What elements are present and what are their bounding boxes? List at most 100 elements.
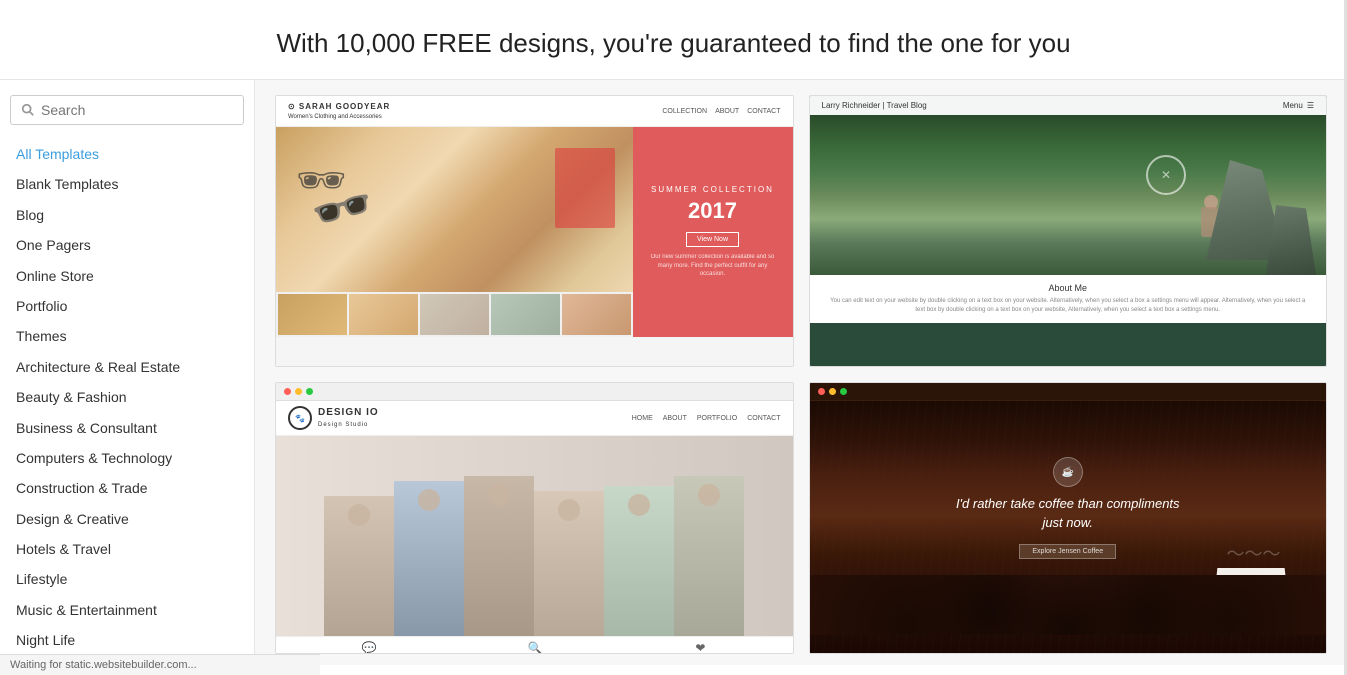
main-layout: All TemplatesBlank TemplatesBlogOne Page…	[0, 80, 1347, 665]
template-preview-4: ☕ I'd rather take coffee than compliment…	[810, 383, 1327, 653]
sidebar-item-hotels-travel[interactable]: Hotels & Travel	[10, 534, 244, 564]
template-card-coffee[interactable]: ☕ I'd rather take coffee than compliment…	[809, 382, 1328, 654]
t3-hero	[276, 436, 793, 636]
chrome-dot-green	[306, 388, 313, 395]
t3-person-5	[604, 486, 674, 636]
t1-desc: Our new summer collection is available a…	[645, 253, 781, 278]
t3-mock: 🐾 DESIGN IODesign Studio HOME ABOUT PORT…	[276, 383, 793, 653]
t3-passion-icon: ❤	[690, 641, 711, 653]
page-title: With 10,000 FREE designs, you're guarant…	[0, 0, 1347, 80]
sidebar-item-one-pagers[interactable]: One Pagers	[10, 230, 244, 260]
search-icon	[21, 103, 35, 117]
t3-person-1	[324, 496, 394, 636]
sidebar-item-beauty-fashion[interactable]: Beauty & Fashion	[10, 382, 244, 412]
t3-nav: HOME ABOUT PORTFOLIO CONTACT	[632, 415, 781, 422]
t3-logo-text: DESIGN IODesign Studio	[318, 407, 379, 429]
t1-overlay: SUMMER COLLECTION 2017 View Now Our new …	[633, 127, 793, 337]
t3-logo-area: 🐾 DESIGN IODesign Studio	[288, 406, 379, 430]
t4-window-chrome	[810, 383, 1327, 401]
t3-bottom-detail: 🔍 Detail	[528, 641, 543, 653]
t3-nav-about: ABOUT	[663, 415, 687, 422]
chrome-dot-red	[284, 388, 291, 395]
template-card-larry[interactable]: Larry Richneider | Travel Blog Menu ☰	[809, 95, 1328, 367]
sidebar-item-music-entertainment[interactable]: Music & Entertainment	[10, 595, 244, 625]
t2-mock: Larry Richneider | Travel Blog Menu ☰	[810, 96, 1327, 366]
sidebar-item-blog[interactable]: Blog	[10, 200, 244, 230]
t1-logo-text: ⊙ SARAH GOODYEARWomen's Clothing and Acc…	[288, 102, 390, 120]
template-preview-1: ⊙ SARAH GOODYEARWomen's Clothing and Acc…	[276, 96, 793, 366]
sidebar: All TemplatesBlank TemplatesBlogOne Page…	[0, 80, 255, 665]
template-preview-2: Larry Richneider | Travel Blog Menu ☰	[810, 96, 1327, 366]
t4-tagline-line1: I'd rather take coffee than compliments	[956, 496, 1180, 511]
t4-tagline-line2: just now.	[1042, 515, 1093, 530]
t3-person-6	[674, 476, 744, 636]
sidebar-item-business-consultant[interactable]: Business & Consultant	[10, 413, 244, 443]
t3-detail-icon: 🔍	[528, 641, 543, 653]
sidebar-item-night-life[interactable]: Night Life	[10, 625, 244, 655]
nav-list: All TemplatesBlank TemplatesBlogOne Page…	[10, 139, 244, 665]
t1-view-now-button[interactable]: View Now	[686, 232, 739, 247]
t2-topbar: Larry Richneider | Travel Blog Menu ☰	[810, 96, 1327, 115]
t4-logo-icon: ☕	[1053, 457, 1083, 487]
t2-menu-icon: ☰	[1307, 101, 1314, 110]
sidebar-item-all-templates[interactable]: All Templates	[10, 139, 244, 169]
t1-mock: ⊙ SARAH GOODYEARWomen's Clothing and Acc…	[276, 96, 793, 366]
t1-nav-collection: COLLECTION	[662, 108, 707, 115]
templates-grid: ⊙ SARAH GOODYEARWomen's Clothing and Acc…	[275, 95, 1327, 654]
status-text: Waiting for static.websitebuilder.com...	[10, 659, 197, 671]
t2-menu-label: Menu	[1283, 101, 1303, 110]
t2-circle-icon	[1146, 155, 1186, 195]
t3-topbar: 🐾 DESIGN IODesign Studio HOME ABOUT PORT…	[276, 401, 793, 436]
sidebar-item-themes[interactable]: Themes	[10, 321, 244, 351]
t4-mock: ☕ I'd rather take coffee than compliment…	[810, 383, 1327, 653]
t2-menu: Menu ☰	[1283, 101, 1314, 110]
t1-nav: COLLECTION ABOUT CONTACT	[662, 108, 780, 115]
sidebar-item-portfolio[interactable]: Portfolio	[10, 291, 244, 321]
t3-nav-contact: CONTACT	[747, 415, 780, 422]
t3-bottom-passion: ❤ Passion	[690, 641, 711, 653]
t4-chrome-red	[818, 388, 825, 395]
t4-chrome-yellow	[829, 388, 836, 395]
chrome-dot-yellow	[295, 388, 302, 395]
t3-people-group	[276, 476, 793, 636]
t2-about-title: About Me	[830, 283, 1307, 293]
sidebar-item-online-store[interactable]: Online Store	[10, 261, 244, 291]
t3-person-2	[394, 481, 464, 636]
template-preview-3: 🐾 DESIGN IODesign Studio HOME ABOUT PORT…	[276, 383, 793, 653]
t4-tagline: I'd rather take coffee than compliments …	[956, 495, 1180, 531]
sidebar-item-lifestyle[interactable]: Lifestyle	[10, 564, 244, 594]
t1-nav-about: ABOUT	[715, 108, 739, 115]
t3-bottom-bar: 💬 Software 🔍 Detail ❤ Passion	[276, 636, 793, 653]
t4-chrome-green	[840, 388, 847, 395]
sidebar-item-blank-templates[interactable]: Blank Templates	[10, 169, 244, 199]
sidebar-item-construction-trade[interactable]: Construction & Trade	[10, 473, 244, 503]
sidebar-item-architecture-real-estate[interactable]: Architecture & Real Estate	[10, 352, 244, 382]
t2-about-text: You can edit text on your website by dou…	[830, 297, 1307, 315]
t2-hero-image	[810, 115, 1327, 275]
t3-nav-portfolio: PORTFOLIO	[697, 415, 737, 422]
t3-nav-home: HOME	[632, 415, 653, 422]
template-card-design-io[interactable]: 🐾 DESIGN IODesign Studio HOME ABOUT PORT…	[275, 382, 794, 654]
t4-explore-button[interactable]: Explore Jensen Coffee	[1019, 544, 1116, 559]
t1-hero-image: 🕶️	[276, 127, 633, 337]
t4-hero: ☕ I'd rather take coffee than compliment…	[810, 401, 1327, 653]
t2-logo-text: Larry Richneider | Travel Blog	[822, 101, 927, 110]
t3-person-3	[464, 476, 534, 636]
t3-logo-icon: 🐾	[288, 406, 312, 430]
page-header: With 10,000 FREE designs, you're guarant…	[0, 0, 1347, 80]
t1-header: ⊙ SARAH GOODYEARWomen's Clothing and Acc…	[276, 96, 793, 127]
sidebar-item-computers-technology[interactable]: Computers & Technology	[10, 443, 244, 473]
t1-summer-collection-label: SUMMER COLLECTION	[651, 185, 774, 194]
template-card-sarah-goodyear[interactable]: ⊙ SARAH GOODYEARWomen's Clothing and Acc…	[275, 95, 794, 367]
sidebar-item-design-creative[interactable]: Design & Creative	[10, 504, 244, 534]
t3-software-icon: 💬	[357, 641, 381, 653]
t3-window-chrome	[276, 383, 793, 401]
status-bar: Waiting for static.websitebuilder.com...	[0, 654, 320, 675]
content-area: ⊙ SARAH GOODYEARWomen's Clothing and Acc…	[255, 80, 1347, 665]
search-box[interactable]	[10, 95, 244, 125]
t1-nav-contact: CONTACT	[747, 108, 780, 115]
t4-coffee-beans	[810, 555, 1327, 635]
t1-year: 2017	[688, 198, 737, 224]
t4-content: ☕ I'd rather take coffee than compliment…	[956, 457, 1180, 558]
search-input[interactable]	[41, 102, 233, 118]
